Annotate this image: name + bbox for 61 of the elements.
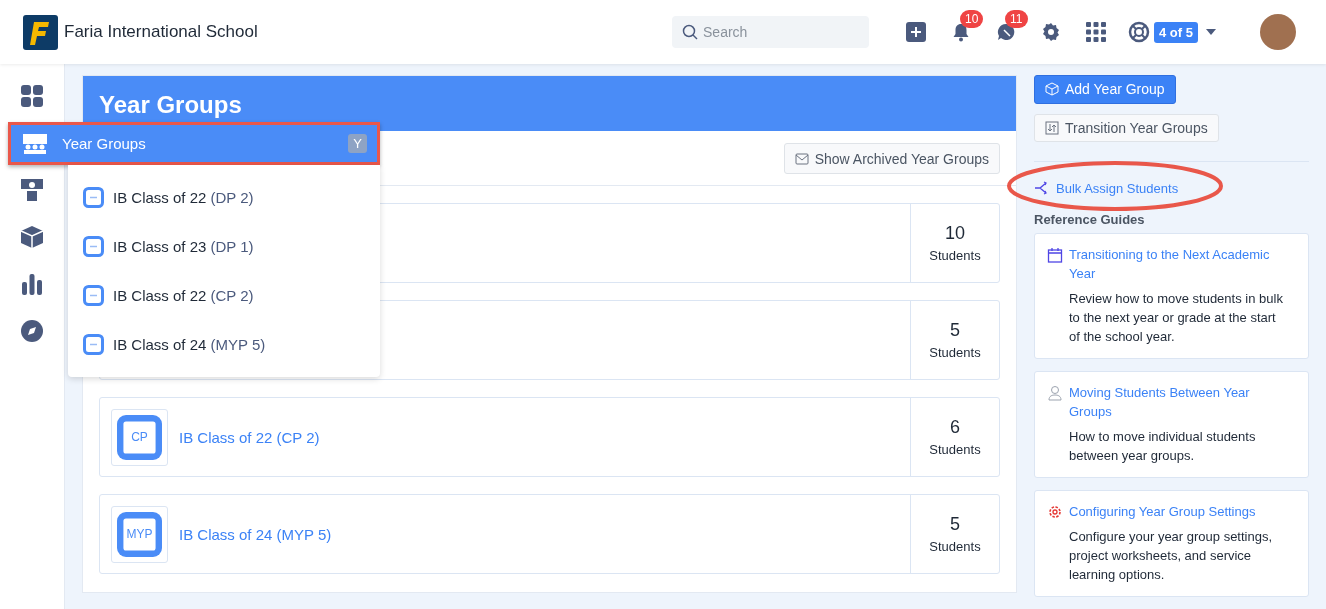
transfer-icon [1045, 120, 1059, 135]
year-group-menu-item[interactable]: IB Class of 24 (MYP 5) [68, 320, 380, 369]
envelope-icon [794, 152, 809, 165]
year-group-menu-item[interactable]: IB Class of 22 (CP 2) [68, 271, 380, 320]
program-badge-icon: CP [117, 414, 162, 460]
student-count-label: Students [929, 539, 981, 554]
page-title: Year Groups [83, 76, 1016, 131]
user-avatar[interactable] [1260, 14, 1296, 50]
search-field[interactable]: Search [672, 16, 870, 48]
app-grid-icon[interactable] [1085, 22, 1106, 42]
add-icon[interactable] [905, 22, 926, 42]
compass-icon[interactable] [20, 319, 44, 343]
search-icon [682, 24, 699, 40]
year-groups-menu-item[interactable]: Year Groups Y [8, 122, 380, 165]
student-count: 5 [950, 514, 960, 535]
show-archived-button[interactable]: Show Archived Year Groups [783, 143, 1000, 174]
dashboard-icon[interactable] [20, 84, 44, 108]
chat-bubble-icon[interactable] [995, 22, 1016, 42]
student-count: 6 [950, 417, 960, 438]
settings-icon[interactable] [1040, 22, 1061, 42]
year-group-menu-item[interactable]: IB Class of 22 (DP 2) [68, 173, 380, 222]
program-badge-icon [83, 334, 104, 355]
guide-link[interactable]: Configuring Year Group Settings [1069, 502, 1288, 521]
guide-link[interactable]: Moving Students Between Year Groups [1069, 383, 1288, 421]
help-menu[interactable]: 4 of 5 [1128, 21, 1216, 43]
presenter-icon[interactable] [20, 178, 44, 202]
program-badge-icon [83, 285, 104, 306]
keyboard-shortcut-badge: Y [348, 134, 367, 153]
student-count-label: Students [929, 442, 981, 457]
student-count-label: Students [929, 345, 981, 360]
lifebuoy-icon [1128, 21, 1151, 43]
caret-icon [1206, 29, 1216, 35]
guide-description: Configure your year group settings, project worksheets, and service learning options. [1069, 528, 1274, 584]
person-icon [1047, 385, 1063, 401]
section-heading: Reference Guides [1034, 212, 1146, 227]
bulk-assign-link[interactable]: Bulk Assign Students [1056, 180, 1179, 196]
student-count-label: Students [929, 248, 981, 263]
year-group-link[interactable]: IB Class of 24 (MYP 5) [179, 525, 332, 543]
notification-count: 10 [960, 10, 984, 28]
student-count: 5 [950, 320, 960, 341]
transition-year-groups-button[interactable]: Transition Year Groups [1034, 113, 1219, 142]
guide-link[interactable]: Transitioning to the Next Academic Year [1069, 245, 1288, 283]
year-group-link[interactable]: IB Class of 22 (CP 2) [179, 428, 320, 446]
cube-icon [1045, 82, 1059, 97]
calendar-icon [1047, 247, 1063, 263]
bar-chart-icon[interactable] [20, 272, 44, 296]
help-progress-badge: 4 of 5 [1154, 21, 1198, 43]
program-badge-icon [83, 236, 104, 257]
school-name: Faria International School [64, 22, 258, 42]
cube-icon[interactable] [20, 225, 44, 249]
message-count: 11 [1005, 10, 1028, 28]
guide-description: How to move individual students between year groups. [1069, 428, 1257, 465]
student-count: 10 [945, 223, 965, 244]
add-year-group-button[interactable]: Add Year Group [1034, 75, 1176, 104]
program-badge-icon [83, 187, 104, 208]
gear-icon [1047, 504, 1063, 520]
year-group-menu-item[interactable]: IB Class of 23 (DP 1) [68, 222, 380, 271]
audience-icon [23, 133, 47, 154]
school-logo [23, 14, 58, 50]
guide-description: Review how to move students in bulk to the next year or grade at the start of the school year. [1069, 290, 1284, 346]
program-badge-icon: MYP [117, 511, 162, 557]
